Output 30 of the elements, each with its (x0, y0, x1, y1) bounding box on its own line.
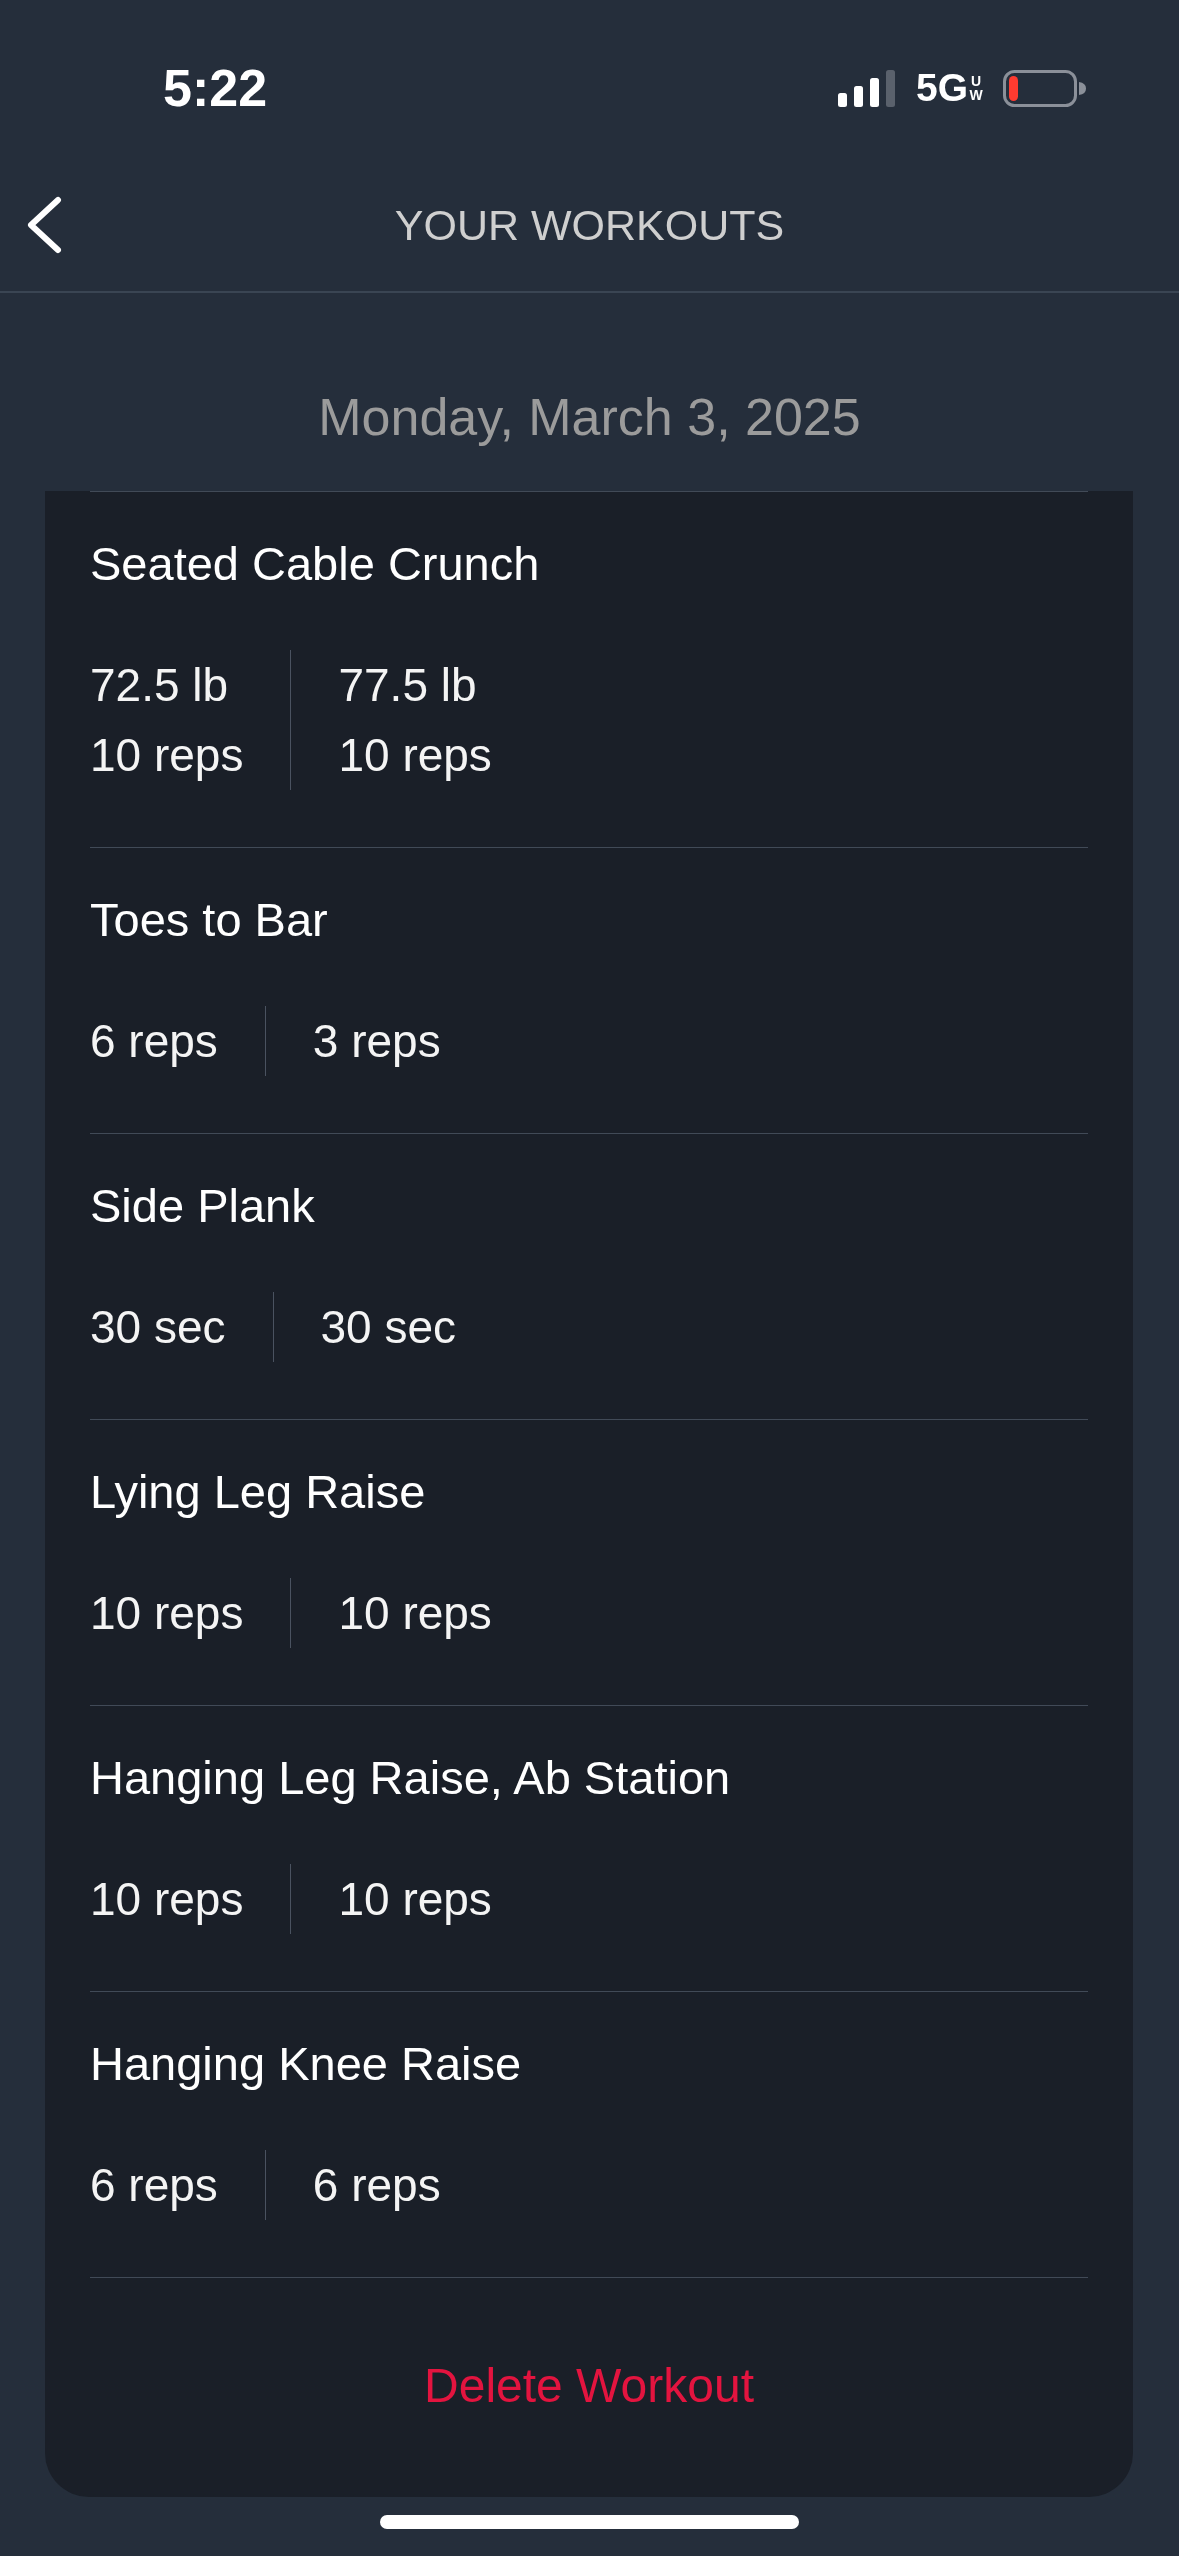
set-duration: 30 sec (90, 1300, 226, 1355)
set-weight: 72.5 lb (90, 658, 229, 713)
delete-workout-button[interactable]: Delete Workout (424, 2356, 754, 2416)
network-type: 5G (915, 66, 968, 110)
set-reps: 10 reps (90, 728, 244, 783)
back-button[interactable] (26, 196, 62, 254)
exercise-name: Hanging Knee Raise (90, 2036, 522, 2092)
exercise-name: Toes to Bar (90, 892, 328, 948)
status-time: 5:22 (163, 58, 268, 118)
exercise-name: Hanging Leg Raise, Ab Station (90, 1750, 731, 1806)
set-reps: 10 reps (338, 1586, 492, 1641)
exercise-name: Side Plank (90, 1178, 315, 1234)
exercise-name: Lying Leg Raise (90, 1464, 426, 1520)
workout-date: Monday, March 3, 2025 (318, 387, 861, 447)
set-reps: 10 reps (338, 1872, 492, 1927)
set-reps: 6 reps (90, 1014, 218, 1069)
signal-icon (837, 69, 896, 107)
set-weight: 77.5 lb (338, 658, 477, 713)
set-reps: 6 reps (90, 2158, 218, 2213)
exercise-name: Seated Cable Crunch (90, 536, 540, 592)
set-reps: 6 reps (312, 2158, 441, 2213)
set-reps: 3 reps (312, 1014, 441, 1069)
battery-icon (1003, 69, 1086, 107)
chevron-left-icon (26, 196, 62, 254)
set-reps: 10 reps (90, 1586, 244, 1641)
page-title: YOUR WORKOUTS (394, 200, 785, 250)
set-reps: 10 reps (338, 728, 492, 783)
set-reps: 10 reps (90, 1872, 244, 1927)
set-duration: 30 sec (320, 1300, 457, 1355)
network-label: UW (969, 74, 983, 102)
